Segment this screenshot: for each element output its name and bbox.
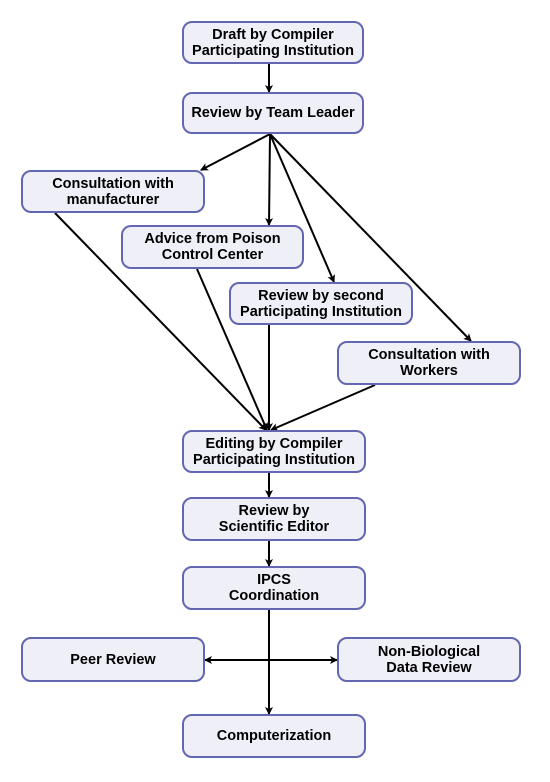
edge-team-leader-to-poison-center xyxy=(265,133,274,226)
node-computerization[interactable]: Computerization xyxy=(182,714,366,758)
node-team-leader[interactable]: Review by Team Leader xyxy=(182,92,364,134)
node-computerization-label: Computerization xyxy=(216,728,332,744)
node-scientific-editor[interactable]: Review by Scientific Editor xyxy=(182,497,366,541)
node-second-institution[interactable]: Review by second Participating Instituti… xyxy=(229,282,413,325)
node-ipcs-label: IPCS Coordination xyxy=(228,572,320,604)
node-editing[interactable]: Editing by Compiler Participating Instit… xyxy=(182,430,366,473)
node-ipcs[interactable]: IPCS Coordination xyxy=(182,566,366,610)
edge-team-leader-to-manufacturer xyxy=(200,133,271,171)
node-draft-label: Draft by Compiler Participating Institut… xyxy=(192,26,354,59)
node-workers-label: Consultation with Workers xyxy=(368,347,490,379)
node-workers[interactable]: Consultation with Workers xyxy=(337,341,521,385)
node-editing-label: Editing by Compiler Participating Instit… xyxy=(193,435,355,468)
node-non-bio[interactable]: Non-Biological Data Review xyxy=(337,637,521,682)
node-second-institution-label: Review by second Participating Instituti… xyxy=(240,287,402,320)
node-scientific-editor-label: Review by Scientific Editor xyxy=(218,503,330,535)
node-non-bio-label: Non-Biological Data Review xyxy=(377,643,481,676)
node-poison-center-label: Advice from Poison Control Center xyxy=(144,231,281,263)
node-peer-review[interactable]: Peer Review xyxy=(21,637,205,682)
node-manufacturer-label: Consultation with manufacturer xyxy=(52,175,174,208)
node-peer-review-label: Peer Review xyxy=(70,651,156,668)
edge-workers-to-editing xyxy=(270,384,376,431)
node-draft[interactable]: Draft by Compiler Participating Institut… xyxy=(182,21,364,64)
node-poison-center[interactable]: Advice from Poison Control Center xyxy=(121,225,304,269)
node-team-leader-label: Review by Team Leader xyxy=(191,105,355,121)
node-manufacturer[interactable]: Consultation with manufacturer xyxy=(21,170,205,213)
